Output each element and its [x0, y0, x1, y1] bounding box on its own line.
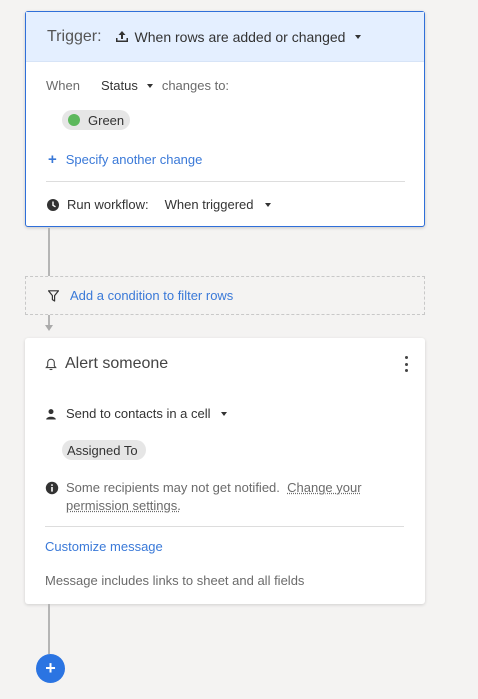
- send-to-row[interactable]: Send to contacts in a cell: [45, 406, 227, 421]
- plus-icon: +: [45, 658, 56, 678]
- alert-title-row: Alert someone: [45, 355, 168, 373]
- filter-icon: [48, 289, 59, 302]
- plus-icon: +: [48, 151, 57, 168]
- connector-line: [48, 228, 50, 276]
- chevron-down-icon: [220, 411, 227, 416]
- arrow-down-icon: [45, 325, 53, 331]
- run-workflow-dropdown[interactable]: When triggered: [165, 197, 271, 212]
- when-row: When Status changes to:: [46, 78, 229, 93]
- trigger-card: Trigger: When rows are added or changed …: [25, 11, 425, 227]
- info-icon: [45, 481, 59, 495]
- divider: [46, 181, 405, 182]
- customize-message-link[interactable]: Customize message: [45, 539, 163, 554]
- value-pill[interactable]: Green: [62, 110, 130, 130]
- changes-to-label: changes to:: [161, 78, 230, 93]
- connector-line: [48, 604, 50, 654]
- add-step-button[interactable]: +: [36, 654, 65, 683]
- run-workflow-row: Run workflow: When triggered: [46, 197, 271, 212]
- status-color-dot: [68, 114, 80, 126]
- footer-text: Message includes links to sheet and all …: [45, 573, 305, 588]
- trigger-event-label: When rows are added or changed: [134, 28, 346, 45]
- trigger-title: Trigger:: [47, 27, 102, 45]
- chevron-down-icon: [146, 83, 153, 88]
- alert-card: Alert someone Send to contacts in a cell…: [25, 338, 425, 604]
- contact-field-pill[interactable]: Assigned To: [62, 440, 146, 460]
- value-label: Green: [88, 112, 125, 128]
- run-workflow-value: When triggered: [164, 197, 254, 212]
- clock-icon: [47, 198, 59, 211]
- run-workflow-label: Run workflow:: [67, 197, 149, 212]
- specify-another-change-label: Specify another change: [65, 152, 203, 167]
- specify-another-change-link[interactable]: + Specify another change: [48, 151, 202, 168]
- add-condition-box[interactable]: Add a condition to filter rows: [25, 276, 425, 315]
- chevron-down-icon: [264, 202, 271, 207]
- trigger-header: Trigger: When rows are added or changed: [26, 12, 424, 62]
- contact-field-label: Assigned To: [67, 442, 138, 458]
- divider: [45, 526, 404, 527]
- field-dropdown[interactable]: Status: [101, 78, 153, 93]
- notice-text-container: Some recipients may not get notified. Ch…: [66, 479, 405, 515]
- alert-title: Alert someone: [65, 355, 169, 372]
- send-to-label: Send to contacts in a cell: [66, 406, 211, 421]
- trigger-event-dropdown[interactable]: When rows are added or changed: [115, 29, 362, 45]
- when-label: When: [46, 78, 80, 93]
- notice-text: Some recipients may not get notified.: [66, 480, 280, 495]
- bell-icon: [45, 358, 57, 370]
- add-condition-label: Add a condition to filter rows: [70, 288, 234, 303]
- chevron-down-icon: [355, 34, 362, 39]
- connector-line: [48, 315, 50, 325]
- upload-rows-icon: [115, 30, 128, 42]
- field-label: Status: [100, 78, 138, 93]
- notice: Some recipients may not get notified. Ch…: [45, 479, 405, 515]
- more-options-icon[interactable]: [403, 356, 409, 372]
- person-icon: [46, 408, 56, 419]
